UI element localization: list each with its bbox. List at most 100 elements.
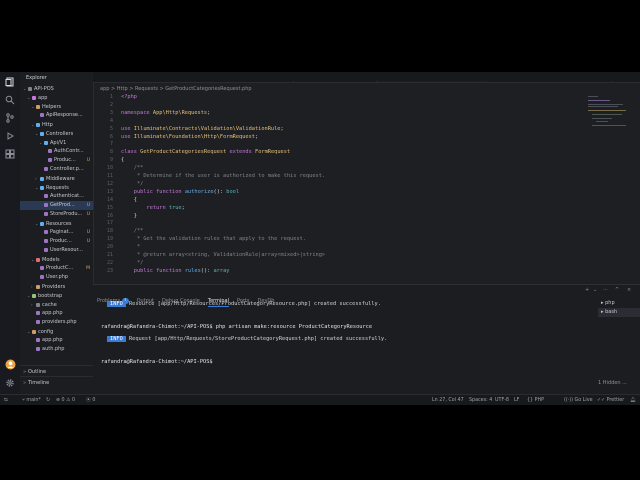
tree-item[interactable]: › Middleware [20, 174, 93, 183]
terminal-instance[interactable]: ▸ bash [598, 308, 640, 317]
eol[interactable]: LF [514, 395, 519, 405]
tree-item-label: app.php [42, 337, 63, 343]
ports-status[interactable]: ⦿ 0 [86, 395, 95, 405]
tree-item-label: Authenticat... [50, 193, 84, 199]
code-line: public function rules(): array [133, 267, 230, 274]
tree-item[interactable]: UserResour... [20, 246, 93, 255]
branch-status[interactable]: ⑂ main* [22, 395, 41, 405]
source-control-icon[interactable] [4, 112, 16, 124]
maximize-panel-icon[interactable]: ^ [615, 287, 619, 293]
tree-item[interactable]: ApiResponse... [20, 111, 93, 120]
tree-item[interactable]: ⌄ Models [20, 255, 93, 264]
folder-icon [40, 221, 44, 226]
php-file-icon [44, 229, 48, 234]
editor-tab[interactable]: ◆ PaginatedResource.php× [294, 81, 377, 82]
php-file-icon [40, 112, 44, 117]
tree-item[interactable]: › Providers [20, 282, 93, 291]
terminal-line: rafandra@Rafandra-Chimot:~/API-POS$ php … [101, 324, 373, 330]
tree-item-label: Http [42, 122, 53, 128]
line-number: 15 [106, 204, 113, 211]
tree-item[interactable]: providers.php [20, 318, 93, 327]
extensions-icon[interactable] [4, 148, 16, 160]
git-status-badge: U [86, 203, 90, 208]
terminal-line: INFO Request [app/Http/Requests/StorePro… [107, 335, 387, 342]
tree-item[interactable]: User.php [20, 273, 93, 282]
tree-item-label: Resources [46, 221, 72, 227]
tree-item-label: Requests [46, 185, 69, 191]
hidden-terminals-note[interactable]: 1 Hidden ... [598, 380, 627, 386]
breadcrumb[interactable]: app > Http > Requests > GetProductCatego… [100, 86, 252, 92]
editor-tab[interactable]: ◆ GetProductCategoriesRequest.php× [376, 81, 487, 82]
account-avatar-icon[interactable] [4, 358, 16, 370]
folder-icon [32, 293, 36, 298]
encoding[interactable]: UTF-8 [495, 395, 509, 405]
tree-item-label: cache [42, 302, 57, 308]
folder-icon [40, 131, 44, 136]
indentation[interactable]: Spaces: 4 [469, 395, 492, 405]
code-line: */ [121, 259, 144, 266]
tree-item[interactable]: Produc... U [20, 156, 93, 165]
explorer-icon[interactable] [4, 76, 16, 88]
line-number: 7 [109, 141, 113, 148]
terminal-line: rafandra@Rafandra-Chimot:~/API-POS$ [101, 358, 216, 365]
search-icon[interactable] [4, 94, 16, 106]
vscode-window: Explorer ⌄ API-POS ⌄ app ⌄ Helpers ApiResponse… [0, 72, 640, 405]
prettier-status[interactable]: ✓✓ Prettier [597, 395, 624, 405]
php-file-icon [36, 337, 40, 342]
tree-item[interactable]: › cache [20, 300, 93, 309]
timeline-section[interactable]: > Timeline [20, 376, 93, 388]
bottom-panel: Problems1OutputDebug ConsoleTerminalPort… [93, 284, 640, 395]
run-debug-icon[interactable] [4, 130, 16, 142]
git-status-badge: U [86, 239, 90, 244]
tree-item[interactable]: GetProd... U [20, 201, 93, 210]
problems-status[interactable]: ⊗ 0 ⚠ 0 [56, 395, 75, 405]
line-number: 11 [106, 173, 113, 179]
tree-item[interactable]: ⌄ Controllers [20, 129, 93, 138]
notifications-icon[interactable]: 🔔︎ [630, 395, 636, 405]
folder-icon [44, 140, 48, 145]
tree-item[interactable]: ⌄ Resources [20, 219, 93, 228]
tree-item[interactable]: ⌄ Http [20, 120, 93, 129]
terminal-dropdown-icon[interactable]: ⌄ [593, 287, 597, 293]
editor-tab[interactable]: ◆ ProductCategoryResource.php× [195, 81, 295, 82]
code-editor[interactable]: 1 <?php 2 3 namespace App\Http\Requests; 4 5 us… [93, 94, 640, 290]
minimap[interactable] [588, 94, 636, 134]
tree-item[interactable]: ⌄ config [20, 327, 93, 336]
cursor-position[interactable]: Ln 27, Col 47 [432, 395, 464, 405]
tree-item[interactable]: Paginat... U [20, 228, 93, 237]
code-line: public function authorize(): bool [133, 188, 240, 195]
tree-item-label: Controller.p... [50, 166, 84, 172]
php-file-icon [36, 310, 40, 315]
remote-icon[interactable]: ⇆ [4, 395, 8, 405]
tree-item[interactable]: ProductC... M [20, 264, 93, 273]
tree-item[interactable]: ⌄ app [20, 93, 93, 102]
tree-item[interactable]: ⌄ bootstrap [20, 291, 93, 300]
language-mode[interactable]: {} PHP [527, 395, 544, 405]
tree-item[interactable]: ⌄ Api/V1 [20, 138, 93, 147]
go-live-button[interactable]: ((·)) Go Live [564, 395, 593, 405]
tree-item[interactable]: auth.php [20, 345, 93, 354]
tree-item[interactable]: ⌄ Requests [20, 183, 93, 192]
tree-item[interactable]: app.php [20, 336, 93, 345]
code-line: use Illuminate\Foundation\Http\FormReque… [121, 133, 259, 140]
tree-item[interactable]: ⌄ Helpers [20, 102, 93, 111]
sync-icon[interactable]: ↻ [46, 395, 50, 405]
editor-tab[interactable]: ◆ 2026_09_05_125822_create_product_cat× [487, 81, 613, 82]
line-number: 8 [109, 149, 113, 156]
git-status-badge: U [86, 212, 90, 217]
add-terminal-icon[interactable]: + [585, 287, 589, 293]
more-actions-icon[interactable]: ··· [603, 287, 608, 293]
tree-item[interactable]: app.php [20, 309, 93, 318]
tree-item[interactable]: AuthContr... [20, 147, 93, 156]
tree-item[interactable]: StoreProdu... U [20, 210, 93, 219]
terminal-instance[interactable]: ▸ php [598, 299, 640, 308]
editor-tab[interactable]: ◆ reProductCategoryRequest.php× [93, 81, 195, 82]
tree-item[interactable]: Authenticat... [20, 192, 93, 201]
code-line: /** [133, 165, 144, 172]
tree-item[interactable]: Produc... U [20, 237, 93, 246]
tree-item[interactable]: Controller.p... [20, 165, 93, 174]
close-panel-icon[interactable]: × [627, 287, 631, 293]
tree-item-label: app [38, 95, 48, 101]
tree-item[interactable]: ⌄ API-POS [20, 84, 93, 93]
settings-gear-icon[interactable] [4, 377, 16, 389]
